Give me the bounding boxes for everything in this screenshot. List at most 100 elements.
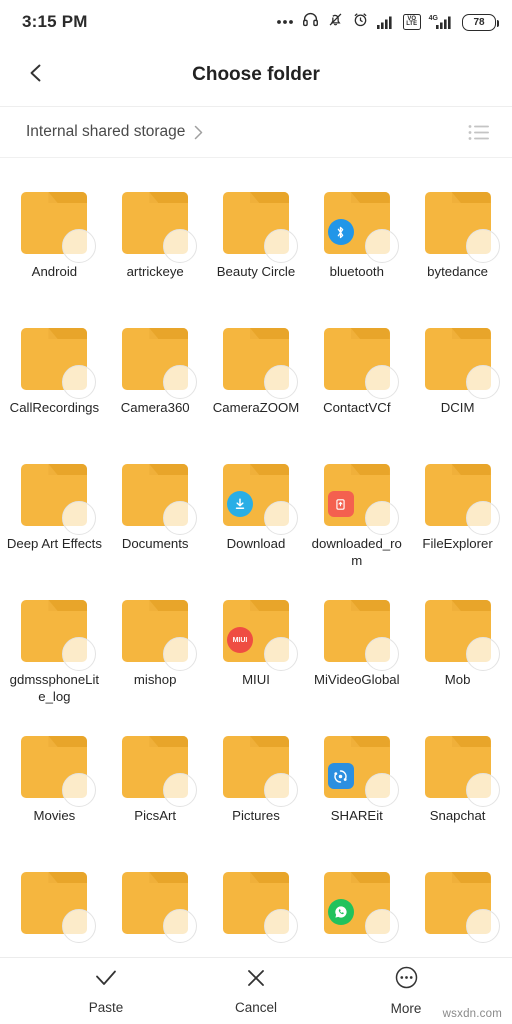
folder-select-checkbox[interactable] — [163, 365, 198, 399]
folder-label: Android — [31, 264, 78, 279]
folder-select-checkbox[interactable] — [364, 501, 399, 535]
folder-item[interactable] — [306, 860, 407, 957]
folder-item[interactable]: .tmp — [407, 158, 508, 180]
folder-select-checkbox[interactable] — [263, 773, 298, 807]
more-circle-icon — [395, 966, 418, 994]
folder-item[interactable] — [206, 860, 307, 957]
folder-select-checkbox[interactable] — [364, 637, 399, 671]
folder-grid-scroll[interactable]: .fp.gs_file.MagicCall.SHAREit.tmp Android… — [0, 158, 512, 957]
folder-item[interactable] — [407, 860, 508, 957]
folder-select-checkbox[interactable] — [465, 229, 500, 263]
folder-select-checkbox[interactable] — [62, 909, 97, 943]
folder-icon: MIUI — [222, 600, 298, 671]
folder-select-checkbox[interactable] — [465, 909, 500, 943]
folder-icon — [21, 464, 97, 535]
folder-select-checkbox[interactable] — [163, 637, 198, 671]
folder-item[interactable]: Documents — [105, 452, 206, 588]
folder-icon — [424, 736, 500, 807]
folder-select-checkbox[interactable] — [364, 365, 399, 399]
folder-item[interactable]: MIUI MIUI — [206, 588, 307, 724]
folder-item[interactable]: Android — [4, 180, 105, 316]
more-button[interactable]: More — [360, 966, 452, 1016]
folder-item[interactable]: DCIM — [407, 316, 508, 452]
folder-select-checkbox[interactable] — [465, 501, 500, 535]
folder-label: mishop — [133, 672, 177, 687]
folder-select-checkbox[interactable] — [465, 637, 500, 671]
folder-label: gdmssphoneLite_log — [9, 672, 100, 704]
folder-item[interactable]: CameraZOOM — [206, 316, 307, 452]
folder-select-checkbox[interactable] — [263, 229, 298, 263]
folder-select-checkbox[interactable] — [364, 773, 399, 807]
folder-item[interactable]: .MagicCall — [206, 158, 307, 180]
folder-item[interactable]: gdmssphoneLite_log — [4, 588, 105, 724]
folder-select-checkbox[interactable] — [364, 909, 399, 943]
folder-select-checkbox[interactable] — [62, 229, 97, 263]
folder-select-checkbox[interactable] — [62, 365, 97, 399]
chevron-right-icon — [192, 124, 205, 141]
folder-item[interactable]: bytedance — [407, 180, 508, 316]
folder-select-checkbox[interactable] — [163, 229, 198, 263]
folder-select-checkbox[interactable] — [163, 773, 198, 807]
folder-item[interactable]: ContactVCf — [306, 316, 407, 452]
folder-label: Movies — [33, 808, 76, 823]
folder-item[interactable]: .fp — [4, 158, 105, 180]
folder-label: Deep Art Effects — [6, 536, 102, 551]
folder-item[interactable]: CallRecordings — [4, 316, 105, 452]
folder-item[interactable]: Beauty Circle — [206, 180, 307, 316]
folder-select-checkbox[interactable] — [263, 637, 298, 671]
rom-update-icon — [327, 491, 354, 517]
bell-muted-icon — [327, 11, 344, 33]
folder-item[interactable]: Movies — [4, 724, 105, 860]
folder-select-checkbox[interactable] — [163, 501, 198, 535]
folder-item[interactable]: Mob — [407, 588, 508, 724]
folder-icon — [424, 600, 500, 671]
download-icon — [226, 491, 253, 517]
paste-button[interactable]: Paste — [60, 968, 152, 1015]
folder-item[interactable]: Download — [206, 452, 307, 588]
breadcrumb-path[interactable]: Internal shared storage — [26, 123, 185, 141]
folder-select-checkbox[interactable] — [263, 365, 298, 399]
folder-item[interactable] — [4, 860, 105, 957]
folder-item[interactable]: Deep Art Effects — [4, 452, 105, 588]
more-label: More — [390, 1001, 422, 1016]
folder-item[interactable] — [105, 860, 206, 957]
folder-icon — [323, 328, 399, 399]
folder-select-checkbox[interactable] — [465, 365, 500, 399]
folder-item[interactable]: Camera360 — [105, 316, 206, 452]
folder-select-checkbox[interactable] — [263, 909, 298, 943]
folder-item[interactable]: FileExplorer — [407, 452, 508, 588]
back-button[interactable] — [8, 47, 64, 103]
folder-item[interactable]: Pictures — [206, 724, 307, 860]
folder-item[interactable]: MiVideoGlobal — [306, 588, 407, 724]
folder-select-checkbox[interactable] — [364, 229, 399, 263]
folder-label: downloaded_rom — [311, 536, 402, 568]
folder-label: FileExplorer — [422, 536, 493, 551]
folder-select-checkbox[interactable] — [62, 501, 97, 535]
folder-item[interactable]: bluetooth — [306, 180, 407, 316]
signal-bars-4g-icon: 4G — [429, 15, 454, 29]
folder-select-checkbox[interactable] — [163, 909, 198, 943]
folder-select-checkbox[interactable] — [62, 637, 97, 671]
list-view-icon[interactable] — [464, 117, 494, 147]
status-icons: VO LTE 4G 78 — [276, 11, 499, 33]
folder-icon — [323, 192, 399, 263]
folder-select-checkbox[interactable] — [465, 773, 500, 807]
folder-item[interactable]: mishop — [105, 588, 206, 724]
cancel-button[interactable]: Cancel — [210, 968, 302, 1015]
folder-icon — [424, 192, 500, 263]
folder-item[interactable]: downloaded_rom — [306, 452, 407, 588]
folder-item[interactable]: .SHAREit — [306, 158, 407, 180]
folder-item[interactable]: Snapchat — [407, 724, 508, 860]
folder-item[interactable]: SHAREit — [306, 724, 407, 860]
folder-item[interactable]: .gs_file — [105, 158, 206, 180]
folder-label: Mob — [444, 672, 471, 687]
folder-item[interactable]: PicsArt — [105, 724, 206, 860]
folder-select-checkbox[interactable] — [62, 773, 97, 807]
folder-label: Download — [226, 536, 286, 551]
folder-select-checkbox[interactable] — [263, 501, 298, 535]
status-bar: 3:15 PM VO LTE 4G 78 — [0, 0, 512, 44]
folder-item[interactable]: artrickeye — [105, 180, 206, 316]
folder-label: MiVideoGlobal — [314, 672, 400, 687]
signal-bars-icon — [376, 15, 395, 29]
folder-icon — [122, 328, 198, 399]
